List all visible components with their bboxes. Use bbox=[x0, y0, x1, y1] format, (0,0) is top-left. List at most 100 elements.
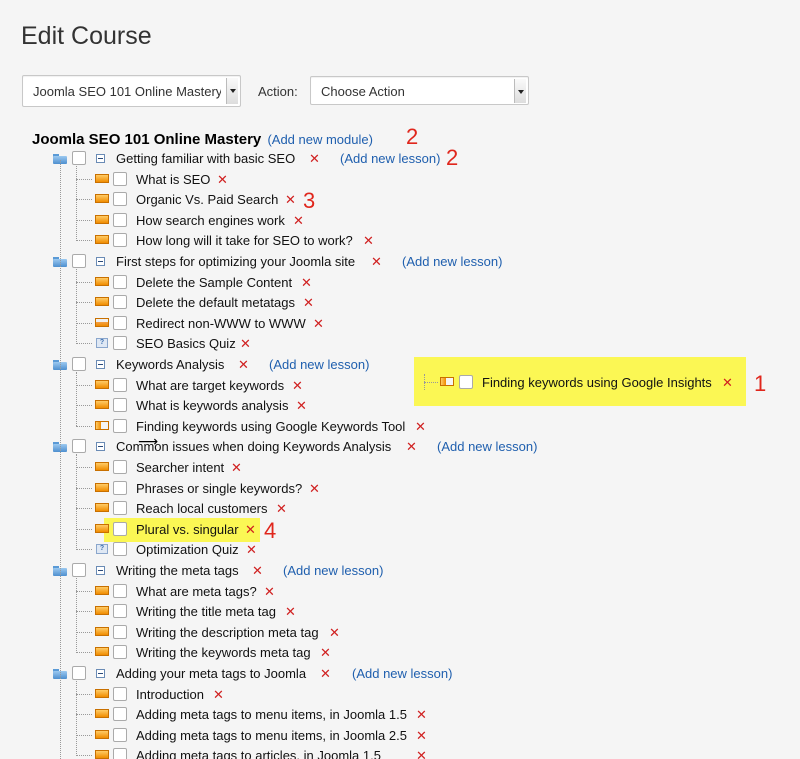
lesson-delete-icon[interactable]: ✕ bbox=[292, 378, 303, 394]
module-checkbox[interactable] bbox=[72, 254, 86, 268]
lesson-delete-icon[interactable]: ✕ bbox=[301, 275, 312, 291]
module-delete-icon[interactable]: ✕ bbox=[406, 439, 417, 455]
lesson-checkbox[interactable] bbox=[113, 624, 127, 639]
dragged-lesson-row[interactable]: Finding keywords using Google Insights ✕ bbox=[424, 372, 744, 392]
collapse-minus-icon[interactable] bbox=[96, 360, 105, 369]
lesson-row[interactable]: What are meta tags? ✕ bbox=[0, 581, 800, 601]
module-checkbox[interactable] bbox=[72, 563, 86, 577]
lesson-delete-icon[interactable]: ✕ bbox=[217, 172, 228, 188]
lesson-row[interactable]: Writing the description meta tag ✕ bbox=[0, 622, 800, 642]
module-row[interactable]: First steps for optimizing your Joomla s… bbox=[0, 251, 800, 271]
course-select-arrow-icon[interactable] bbox=[226, 78, 238, 104]
lesson-delete-icon[interactable]: ✕ bbox=[264, 584, 275, 600]
lesson-checkbox[interactable] bbox=[113, 377, 127, 392]
lesson-delete-icon[interactable]: ✕ bbox=[213, 687, 224, 703]
lesson-delete-icon[interactable]: ✕ bbox=[416, 707, 427, 723]
lesson-checkbox[interactable] bbox=[113, 707, 127, 722]
module-row[interactable]: Getting familiar with basic SEO ✕ (Add new… bbox=[0, 148, 800, 168]
lesson-row[interactable]: Delete the Sample Content ✕ bbox=[0, 272, 800, 292]
lesson-delete-icon[interactable]: ✕ bbox=[293, 213, 304, 229]
lesson-delete-icon[interactable]: ✕ bbox=[416, 728, 427, 744]
lesson-delete-icon[interactable]: ✕ bbox=[303, 295, 314, 311]
lesson-delete-icon[interactable]: ✕ bbox=[285, 192, 296, 208]
lesson-delete-icon[interactable]: ✕ bbox=[276, 501, 287, 517]
module-delete-icon[interactable]: ✕ bbox=[320, 666, 331, 682]
lesson-checkbox[interactable] bbox=[113, 583, 127, 598]
lesson-delete-icon[interactable]: ✕ bbox=[313, 316, 324, 332]
action-select-arrow-icon[interactable] bbox=[514, 79, 526, 103]
lesson-checkbox[interactable] bbox=[113, 604, 127, 619]
lesson-checkbox[interactable] bbox=[113, 274, 127, 289]
dragged-lesson-delete-icon[interactable]: ✕ bbox=[722, 375, 733, 391]
add-lesson-link[interactable]: (Add new lesson) bbox=[283, 563, 383, 578]
lesson-row[interactable]: ? SEO Basics Quiz ✕ bbox=[0, 333, 800, 353]
lesson-delete-icon[interactable]: ✕ bbox=[240, 336, 251, 352]
lesson-checkbox[interactable] bbox=[113, 501, 127, 516]
lesson-delete-icon[interactable]: ✕ bbox=[245, 522, 256, 538]
module-row[interactable]: Common issues when doing Keywords Analys… bbox=[0, 436, 800, 456]
lesson-delete-icon[interactable]: ✕ bbox=[416, 748, 427, 759]
add-lesson-link[interactable]: (Add new lesson) bbox=[269, 357, 369, 372]
lesson-row[interactable]: Organic Vs. Paid Search ✕ bbox=[0, 189, 800, 209]
lesson-checkbox[interactable] bbox=[113, 171, 127, 186]
collapse-minus-icon[interactable] bbox=[96, 566, 105, 575]
lesson-row[interactable]: Adding meta tags to articles, in Joomla … bbox=[0, 745, 800, 759]
lesson-checkbox[interactable] bbox=[113, 480, 127, 495]
collapse-minus-icon[interactable] bbox=[96, 669, 105, 678]
module-delete-icon[interactable]: ✕ bbox=[238, 357, 249, 373]
lesson-checkbox[interactable] bbox=[113, 727, 127, 742]
lesson-delete-icon[interactable]: ✕ bbox=[309, 481, 320, 497]
collapse-minus-icon[interactable] bbox=[96, 257, 105, 266]
lesson-delete-icon[interactable]: ✕ bbox=[231, 460, 242, 476]
lesson-checkbox[interactable] bbox=[113, 336, 127, 351]
lesson-row[interactable]: How long will it take for SEO to work? ✕ bbox=[0, 230, 800, 250]
lesson-row[interactable]: Searcher intent ✕ bbox=[0, 457, 800, 477]
lesson-delete-icon[interactable]: ✕ bbox=[320, 645, 331, 661]
add-lesson-link[interactable]: (Add new lesson) bbox=[402, 254, 502, 269]
lesson-row[interactable]: Plural vs. singular ✕ bbox=[0, 519, 800, 539]
lesson-row[interactable]: Adding meta tags to menu items, in Jooml… bbox=[0, 704, 800, 724]
lesson-delete-icon[interactable]: ✕ bbox=[329, 625, 340, 641]
module-row[interactable]: Keywords Analysis ✕ (Add new lesson) bbox=[0, 354, 800, 374]
lesson-checkbox[interactable] bbox=[113, 212, 127, 227]
lesson-checkbox[interactable] bbox=[113, 295, 127, 310]
lesson-checkbox[interactable] bbox=[113, 542, 127, 557]
lesson-row[interactable]: Finding keywords using Google Keywords T… bbox=[0, 416, 800, 436]
lesson-delete-icon[interactable]: ✕ bbox=[285, 604, 296, 620]
action-select[interactable]: Choose Action bbox=[310, 76, 529, 105]
lesson-checkbox[interactable] bbox=[113, 645, 127, 660]
lesson-row[interactable]: What is keywords analysis ✕ bbox=[0, 395, 800, 415]
lesson-row[interactable]: Redirect non-WWW to WWW ✕ bbox=[0, 313, 800, 333]
lesson-delete-icon[interactable]: ✕ bbox=[363, 233, 374, 249]
lesson-row[interactable]: What is SEO ✕ bbox=[0, 169, 800, 189]
add-module-link[interactable]: (Add new module) bbox=[267, 132, 373, 147]
lesson-checkbox[interactable] bbox=[113, 233, 127, 248]
lesson-row[interactable]: Phrases or single keywords? ✕ bbox=[0, 478, 800, 498]
lesson-row[interactable]: Writing the title meta tag ✕ bbox=[0, 601, 800, 621]
lesson-row[interactable]: How search engines work ✕ bbox=[0, 210, 800, 230]
add-lesson-link[interactable]: (Add new lesson) bbox=[352, 666, 452, 681]
module-delete-icon[interactable]: ✕ bbox=[371, 254, 382, 270]
add-lesson-link[interactable]: (Add new lesson) bbox=[340, 151, 440, 166]
lesson-delete-icon[interactable]: ✕ bbox=[296, 398, 307, 414]
lesson-checkbox[interactable] bbox=[113, 748, 127, 759]
lesson-checkbox[interactable] bbox=[113, 418, 127, 433]
lesson-row[interactable]: Reach local customers ✕ bbox=[0, 498, 800, 518]
lesson-checkbox[interactable] bbox=[113, 460, 127, 474]
lesson-checkbox[interactable] bbox=[113, 398, 127, 413]
lesson-delete-icon[interactable]: ✕ bbox=[415, 419, 426, 435]
lesson-checkbox[interactable] bbox=[113, 192, 127, 207]
dragged-lesson-checkbox[interactable] bbox=[459, 375, 473, 389]
module-checkbox[interactable] bbox=[72, 666, 86, 680]
module-checkbox[interactable] bbox=[72, 151, 86, 165]
module-row[interactable]: Writing the meta tags ✕ (Add new lesson) bbox=[0, 560, 800, 580]
collapse-minus-icon[interactable] bbox=[96, 442, 105, 452]
add-lesson-link[interactable]: (Add new lesson) bbox=[437, 439, 537, 454]
lesson-checkbox[interactable] bbox=[113, 315, 127, 330]
module-checkbox[interactable] bbox=[72, 357, 86, 371]
lesson-delete-icon[interactable]: ✕ bbox=[246, 542, 257, 558]
lesson-row[interactable]: Delete the default metatags ✕ bbox=[0, 292, 800, 312]
module-checkbox[interactable] bbox=[72, 439, 86, 454]
lesson-row[interactable]: ? Optimization Quiz ✕ bbox=[0, 539, 800, 559]
lesson-row[interactable]: Introduction ✕ bbox=[0, 684, 800, 704]
